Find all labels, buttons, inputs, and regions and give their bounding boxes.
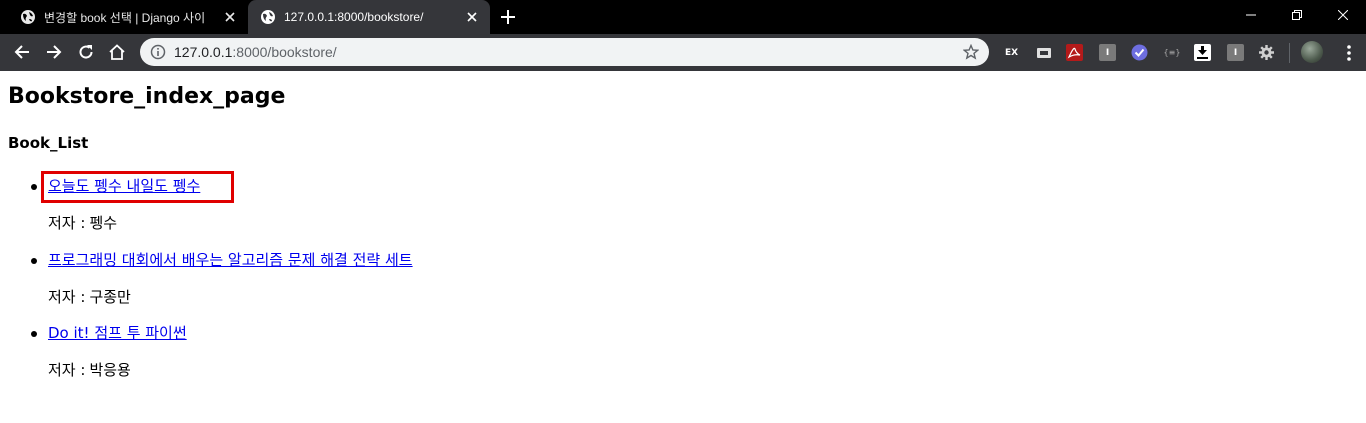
tab-title: 127.0.0.1:8000/bookstore/ bbox=[284, 10, 424, 24]
book-link[interactable]: Do it! 점프 투 파이썬 bbox=[48, 321, 187, 345]
braces-extension-label: {≡} bbox=[1163, 48, 1181, 57]
arrow-right-icon bbox=[47, 45, 62, 59]
url-path: :8000/bookstore/ bbox=[232, 44, 337, 60]
author-label: 저자 : bbox=[48, 361, 86, 379]
author-label: 저자 : bbox=[48, 214, 86, 232]
list-bullet bbox=[31, 184, 37, 190]
tab-django-admin[interactable]: 변경할 book 선택 | Django 사이 bbox=[8, 0, 248, 34]
list-bullet bbox=[31, 258, 37, 264]
arrow-left-icon bbox=[14, 45, 29, 59]
author-name: 펭수 bbox=[89, 214, 118, 232]
screen-extension-icon[interactable] bbox=[1035, 44, 1052, 61]
book-author: 저자 : 펭수 bbox=[48, 211, 117, 235]
tab-title: 변경할 book 선택 | Django 사이 bbox=[44, 10, 206, 25]
check-circle-icon bbox=[1131, 44, 1148, 61]
close-tab-icon[interactable] bbox=[222, 9, 238, 25]
book-link[interactable]: 오늘도 펭수 내일도 펭수 bbox=[48, 174, 200, 198]
home-button[interactable] bbox=[104, 39, 130, 65]
close-icon bbox=[1338, 10, 1348, 20]
screen-icon bbox=[1036, 47, 1051, 58]
bookmark-star-icon[interactable] bbox=[963, 44, 979, 60]
info-extension-icon-2[interactable]: I bbox=[1227, 44, 1244, 61]
url-text[interactable]: 127.0.0.1:8000/bookstore/ bbox=[174, 44, 337, 60]
gear-extension-icon[interactable] bbox=[1258, 44, 1275, 61]
pdf-icon bbox=[1066, 44, 1083, 61]
download-icon bbox=[1194, 44, 1211, 61]
plus-icon bbox=[501, 10, 515, 24]
globe-icon bbox=[261, 10, 275, 24]
list-bullet bbox=[31, 331, 37, 337]
home-icon bbox=[109, 44, 125, 60]
book-link[interactable]: 프로그래밍 대회에서 배우는 알고리즘 문제 해결 전략 세트 bbox=[48, 248, 413, 272]
forward-button[interactable] bbox=[41, 39, 67, 65]
url-host: 127.0.0.1 bbox=[174, 44, 233, 60]
minimize-button[interactable] bbox=[1228, 0, 1274, 30]
page-content: Bookstore_index_page Book_List 오늘도 펭수 내일… bbox=[0, 71, 1366, 423]
restore-icon bbox=[1292, 10, 1302, 20]
address-bar[interactable]: 127.0.0.1:8000/bookstore/ bbox=[140, 38, 989, 66]
reload-icon bbox=[79, 45, 93, 59]
tab-bookstore[interactable]: 127.0.0.1:8000/bookstore/ bbox=[248, 0, 490, 34]
braces-extension-icon[interactable]: {≡} bbox=[1161, 44, 1183, 61]
ex-extension-icon[interactable]: EX bbox=[1003, 44, 1020, 61]
ex-extension-label: EX bbox=[1004, 47, 1019, 58]
close-window-button[interactable] bbox=[1320, 0, 1366, 30]
check-extension-icon[interactable] bbox=[1131, 44, 1148, 61]
restore-button[interactable] bbox=[1274, 0, 1320, 30]
pdf-extension-icon[interactable] bbox=[1066, 44, 1083, 61]
book-author: 저자 : 구종만 bbox=[48, 285, 131, 309]
reload-button[interactable] bbox=[73, 39, 99, 65]
page-title: Bookstore_index_page bbox=[8, 84, 286, 109]
book-list-heading: Book_List bbox=[8, 134, 89, 152]
info-icon[interactable] bbox=[150, 44, 166, 60]
menu-button[interactable] bbox=[1339, 43, 1359, 63]
globe-icon bbox=[21, 10, 35, 24]
close-tab-icon[interactable] bbox=[464, 9, 480, 25]
tab-strip: 변경할 book 선택 | Django 사이 127.0.0.1:8000/b… bbox=[0, 0, 1366, 34]
browser-toolbar: 127.0.0.1:8000/bookstore/ EX I {≡} I bbox=[0, 34, 1366, 71]
info-extension-label-2: I bbox=[1233, 47, 1238, 58]
author-label: 저자 : bbox=[48, 288, 86, 306]
new-tab-button[interactable] bbox=[498, 7, 518, 27]
info-extension-label: I bbox=[1105, 47, 1110, 58]
gear-icon bbox=[1259, 45, 1274, 60]
more-vertical-icon bbox=[1347, 45, 1351, 61]
back-button[interactable] bbox=[9, 39, 35, 65]
toolbar-divider bbox=[1289, 43, 1290, 63]
minimize-icon bbox=[1246, 14, 1256, 16]
info-extension-icon[interactable]: I bbox=[1099, 44, 1116, 61]
avatar[interactable] bbox=[1301, 41, 1323, 63]
download-extension-icon[interactable] bbox=[1194, 44, 1211, 61]
author-name: 구종만 bbox=[89, 288, 131, 306]
author-name: 박응용 bbox=[89, 361, 131, 379]
book-author: 저자 : 박응용 bbox=[48, 358, 131, 382]
